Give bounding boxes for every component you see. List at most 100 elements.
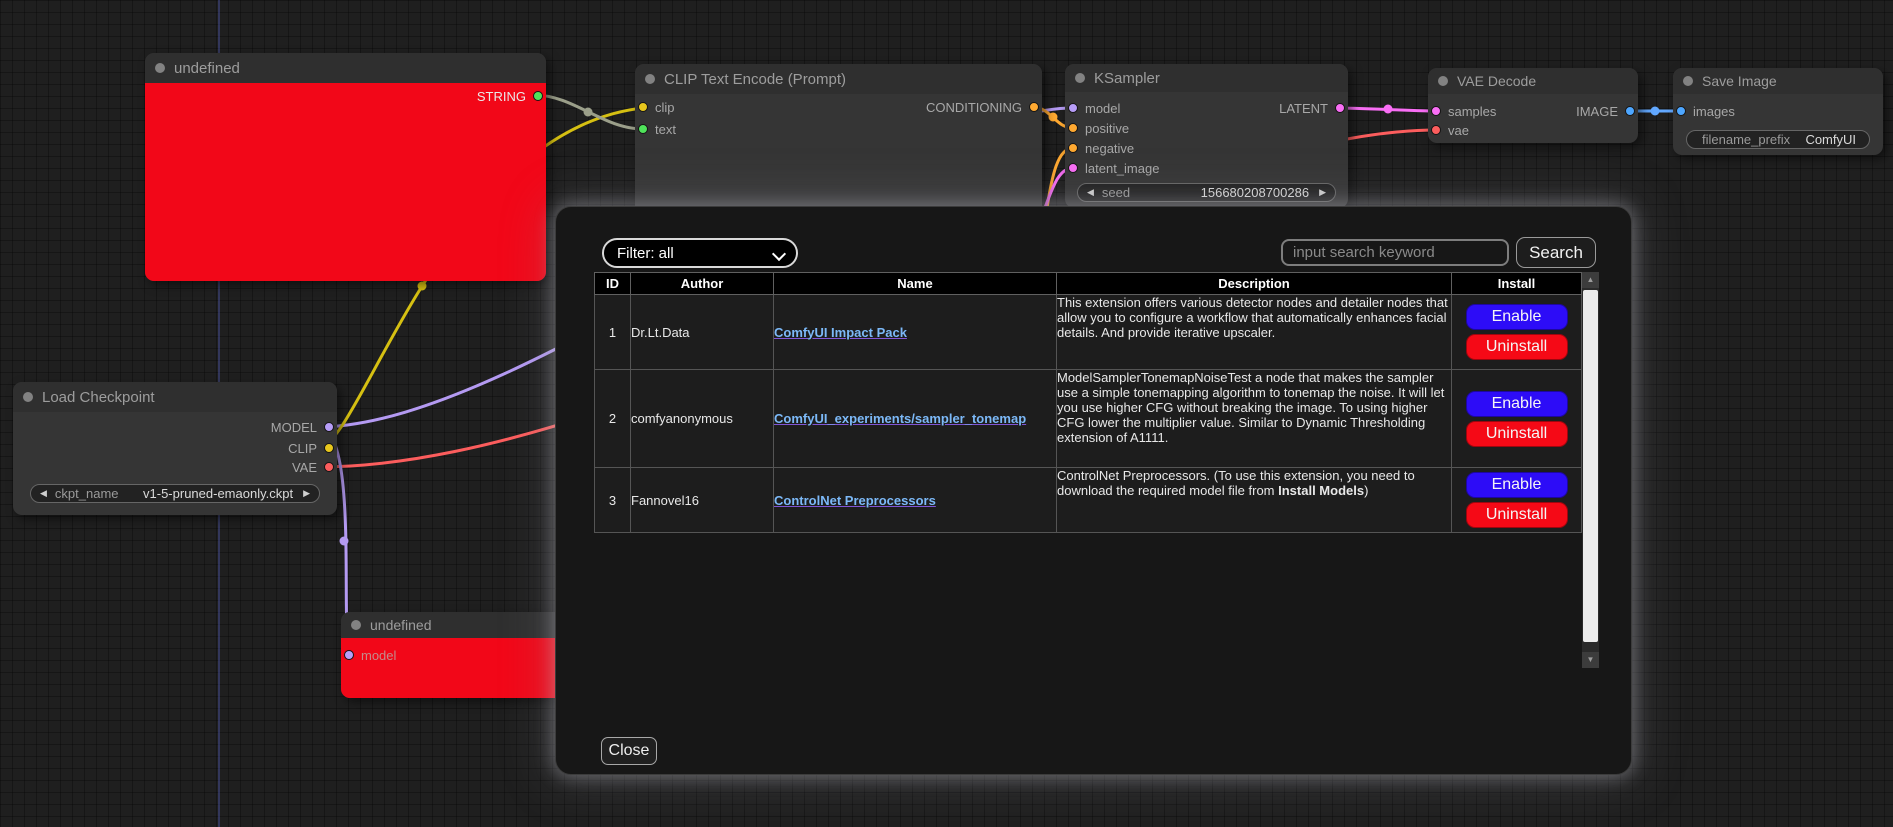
slot-dot-model-out[interactable] <box>324 422 334 432</box>
collapse-dot-icon[interactable] <box>351 620 361 630</box>
output-slot-vae[interactable]: VAE <box>292 457 334 477</box>
close-button[interactable]: Close <box>601 737 657 765</box>
node-load-checkpoint-header[interactable]: Load Checkpoint <box>13 382 337 412</box>
cell-id: 2 <box>595 370 631 468</box>
slot-dot-clip[interactable] <box>638 102 648 112</box>
node-clip-text-encode-body: clip text CONDITIONING <box>635 94 1042 224</box>
extensions-table: ID Author Name Description Install 1 Dr.… <box>594 272 1582 533</box>
slot-dot-latent-image[interactable] <box>1068 163 1078 173</box>
input-slot-text[interactable]: text <box>638 119 676 139</box>
cell-install: Enable Uninstall <box>1452 468 1582 533</box>
collapse-dot-icon[interactable] <box>1438 76 1448 86</box>
enable-button[interactable]: Enable <box>1466 391 1568 417</box>
node-undefined-top-header[interactable]: undefined <box>145 53 546 83</box>
uninstall-button[interactable]: Uninstall <box>1466 334 1568 360</box>
cell-description: This extension offers various detector n… <box>1057 295 1452 370</box>
node-clip-text-encode-header[interactable]: CLIP Text Encode (Prompt) <box>635 64 1042 94</box>
header-author: Author <box>631 273 774 295</box>
slot-dot-vae-out[interactable] <box>324 462 334 472</box>
cell-description: ModelSamplerTonemapNoiseTest a node that… <box>1057 370 1452 468</box>
stepper-right-icon[interactable]: ▶ <box>303 488 310 499</box>
search-input[interactable] <box>1281 239 1509 266</box>
output-slot-clip[interactable]: CLIP <box>288 438 334 458</box>
extension-link[interactable]: ComfyUI Impact Pack <box>774 325 907 340</box>
input-slot-vae[interactable]: vae <box>1431 120 1469 140</box>
extension-link[interactable]: ControlNet Preprocessors <box>774 493 936 508</box>
extension-link[interactable]: ComfyUI_experiments/sampler_tonemap <box>774 411 1026 426</box>
output-slot-model[interactable]: MODEL <box>271 417 334 437</box>
slot-dot-clip-out[interactable] <box>324 443 334 453</box>
collapse-dot-icon[interactable] <box>23 392 33 402</box>
stepper-right-icon[interactable]: ▶ <box>1319 187 1326 198</box>
node-title: KSampler <box>1094 70 1160 87</box>
stepper-left-icon[interactable]: ◀ <box>40 488 47 499</box>
slot-dot-conditioning[interactable] <box>1029 102 1039 112</box>
node-undefined-bottom[interactable]: undefined model <box>341 612 571 698</box>
table-scrollbar[interactable]: ▲ ▼ <box>1582 272 1599 668</box>
output-slot-conditioning[interactable]: CONDITIONING <box>926 97 1039 117</box>
uninstall-button[interactable]: Uninstall <box>1466 502 1568 528</box>
output-slot-string[interactable]: STRING <box>477 86 543 106</box>
input-slot-model-note[interactable]: model <box>344 645 396 665</box>
description-text: ) <box>1364 483 1368 498</box>
slot-dot-vae[interactable] <box>1431 125 1441 135</box>
uninstall-button[interactable]: Uninstall <box>1466 421 1568 447</box>
node-clip-text-encode[interactable]: CLIP Text Encode (Prompt) clip text COND… <box>635 64 1042 224</box>
slot-dot-samples[interactable] <box>1431 106 1441 116</box>
slot-label: model <box>1085 101 1120 116</box>
slot-dot-text[interactable] <box>638 124 648 134</box>
node-ksampler[interactable]: KSampler model positive negative latent_… <box>1065 64 1348 208</box>
wire-dot-conditioning <box>1049 113 1058 122</box>
input-slot-negative[interactable]: negative <box>1068 138 1134 158</box>
slot-dot-model[interactable] <box>1068 103 1078 113</box>
cell-description: ControlNet Preprocessors. (To use this e… <box>1057 468 1452 533</box>
slot-dot-model-note[interactable] <box>344 650 354 660</box>
collapse-dot-icon[interactable] <box>645 74 655 84</box>
slot-dot-positive[interactable] <box>1068 123 1078 133</box>
node-vae-decode[interactable]: VAE Decode samples vae IMAGE <box>1428 68 1638 143</box>
scrollbar-thumb[interactable] <box>1583 290 1598 642</box>
widget-value: 156680208700286 <box>1201 185 1309 200</box>
slot-dot-string[interactable] <box>533 91 543 101</box>
input-slot-clip[interactable]: clip <box>638 97 675 117</box>
node-load-checkpoint[interactable]: Load Checkpoint MODEL CLIP VAE ◀ ckpt_na… <box>13 382 337 515</box>
slot-dot-images[interactable] <box>1676 106 1686 116</box>
enable-button[interactable]: Enable <box>1466 304 1568 330</box>
node-save-image-header[interactable]: Save Image <box>1673 68 1883 94</box>
comfyui-canvas[interactable]: undefined STRING CLIP Text Encode (Promp… <box>0 0 1893 827</box>
input-slot-positive[interactable]: positive <box>1068 118 1129 138</box>
input-slot-model[interactable]: model <box>1068 98 1120 118</box>
node-title: VAE Decode <box>1457 73 1536 89</box>
node-vae-decode-header[interactable]: VAE Decode <box>1428 68 1638 94</box>
input-slot-samples[interactable]: samples <box>1431 101 1496 121</box>
slot-dot-image[interactable] <box>1625 106 1635 116</box>
collapse-dot-icon[interactable] <box>1075 73 1085 83</box>
enable-button[interactable]: Enable <box>1466 472 1568 498</box>
scrollbar-up-icon[interactable]: ▲ <box>1582 272 1599 288</box>
seed-widget[interactable]: ◀ seed 156680208700286 ▶ <box>1077 183 1336 202</box>
node-ksampler-body: model positive negative latent_image LAT… <box>1065 92 1348 208</box>
slot-label: CLIP <box>288 441 317 456</box>
collapse-dot-icon[interactable] <box>155 63 165 73</box>
slot-label: MODEL <box>271 420 317 435</box>
filter-select[interactable]: Filter: all <box>602 238 798 268</box>
wire-dot-string <box>584 108 593 117</box>
node-undefined-top[interactable]: undefined STRING <box>145 53 546 281</box>
slot-dot-negative[interactable] <box>1068 143 1078 153</box>
node-ksampler-header[interactable]: KSampler <box>1065 64 1348 92</box>
search-button[interactable]: Search <box>1516 237 1596 268</box>
extensions-table-wrap: ID Author Name Description Install 1 Dr.… <box>594 272 1600 668</box>
filename-prefix-widget[interactable]: filename_prefix ComfyUI <box>1686 130 1870 149</box>
input-slot-latent-image[interactable]: latent_image <box>1068 158 1159 178</box>
scrollbar-down-icon[interactable]: ▼ <box>1582 652 1599 668</box>
node-save-image[interactable]: Save Image images filename_prefix ComfyU… <box>1673 68 1883 155</box>
slot-dot-latent[interactable] <box>1335 103 1345 113</box>
stepper-left-icon[interactable]: ◀ <box>1087 187 1094 198</box>
input-slot-images[interactable]: images <box>1676 101 1735 121</box>
collapse-dot-icon[interactable] <box>1683 76 1693 86</box>
output-slot-latent[interactable]: LATENT <box>1279 98 1345 118</box>
node-title: undefined <box>370 617 432 633</box>
ckpt-name-widget[interactable]: ◀ ckpt_name v1-5-pruned-emaonly.ckpt ▶ <box>30 484 320 503</box>
output-slot-image[interactable]: IMAGE <box>1576 101 1635 121</box>
node-undefined-bottom-header[interactable]: undefined <box>341 612 571 638</box>
